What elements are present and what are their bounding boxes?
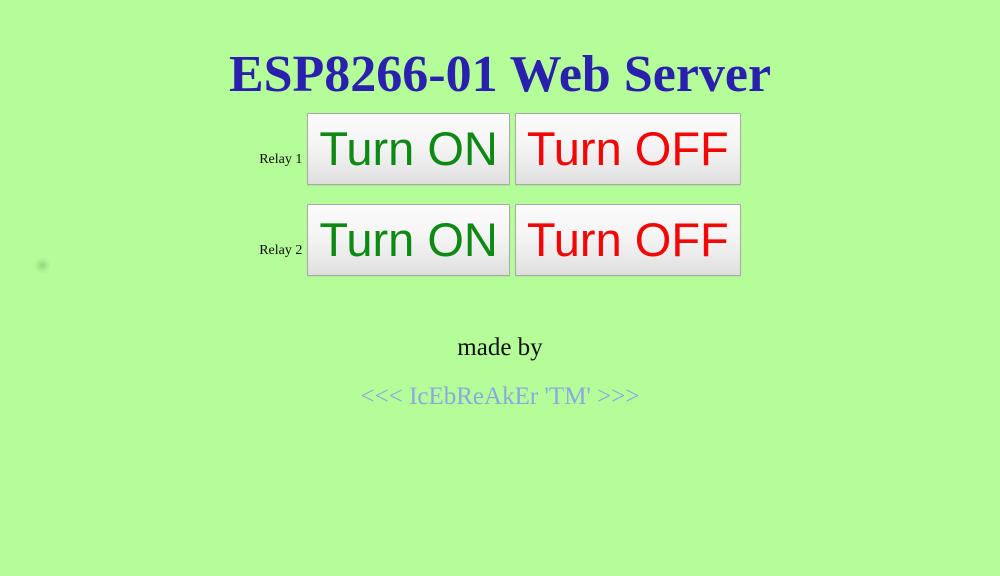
relay-row: Relay 1 Turn ON Turn OFF [0, 113, 1000, 185]
relay-1-turn-off-button[interactable]: Turn OFF [514, 113, 741, 185]
author-credit-link[interactable]: <<< IcEbReAkEr 'TM' >>> [0, 381, 1000, 413]
relay-2-turn-off-button[interactable]: Turn OFF [514, 204, 741, 276]
page-title: ESP8266-01 Web Server [228, 45, 772, 103]
page-footer: made by <<< IcEbReAkEr 'TM' >>> [0, 330, 1000, 413]
relay-row: Relay 2 Turn ON Turn OFF [0, 204, 1000, 276]
relay-1-turn-on-button[interactable]: Turn ON [307, 113, 510, 185]
web-server-page: ESP8266-01 Web Server Relay 1 Turn ON Tu… [0, 0, 1000, 576]
relay-2-turn-on-button[interactable]: Turn ON [307, 204, 510, 276]
relay-2-label: Relay 2 [259, 242, 303, 258]
made-by-label: made by [457, 334, 543, 361]
relay-1-label: Relay 1 [259, 151, 303, 167]
relay-control-list: Relay 1 Turn ON Turn OFF Relay 2 Turn ON… [0, 113, 1000, 295]
